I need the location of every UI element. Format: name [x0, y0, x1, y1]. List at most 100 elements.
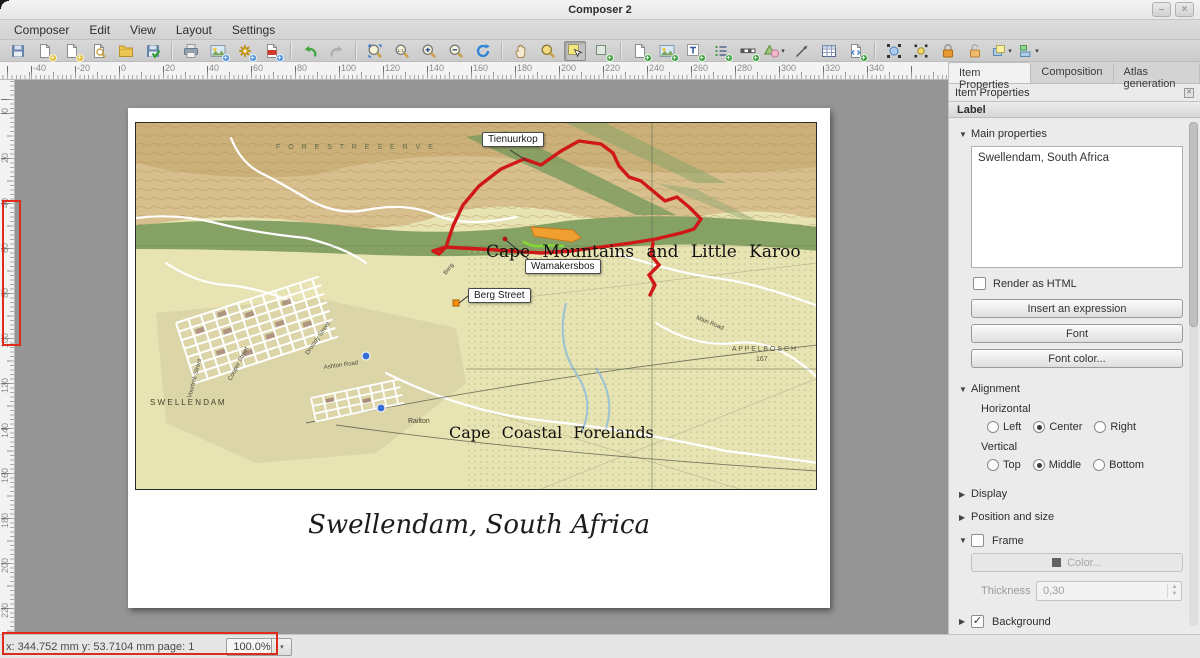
panel-header: Item Properties	[955, 87, 1030, 99]
duplicate-composition-icon[interactable]: +	[61, 41, 83, 61]
move-item-content-icon[interactable]: +	[591, 41, 613, 61]
dropdown-caret-icon[interactable]: ▾	[1008, 47, 1012, 55]
zoom-tool-icon[interactable]	[537, 41, 559, 61]
move-content-icon[interactable]	[883, 41, 905, 61]
load-template-icon[interactable]	[115, 41, 137, 61]
pan-icon[interactable]	[510, 41, 532, 61]
save-icon[interactable]	[7, 41, 29, 61]
dropdown-caret-icon[interactable]: ▾	[1035, 47, 1039, 55]
zoom-actual-size-icon[interactable]	[391, 41, 413, 61]
menu-composer[interactable]: Composer	[4, 21, 79, 39]
tab-item-properties[interactable]: Item Properties	[949, 62, 1031, 83]
render-html-row[interactable]: Render as HTML	[973, 277, 1182, 290]
label-text-input[interactable]: Swellendam, South Africa	[971, 146, 1183, 268]
add-label-icon[interactable]: +	[683, 41, 705, 61]
panel-close-icon[interactable]: ✕	[1184, 88, 1194, 98]
add-attribute-table-icon[interactable]	[818, 41, 840, 61]
position-size-header[interactable]: ▶ Position and size	[959, 511, 1182, 523]
zoom-in-icon[interactable]	[418, 41, 440, 61]
lock-selected-items-icon[interactable]	[937, 41, 959, 61]
font-button[interactable]: Font	[971, 324, 1183, 343]
menu-settings[interactable]: Settings	[222, 21, 285, 39]
close-button[interactable]: ×	[1175, 2, 1194, 17]
toolbar-separator	[171, 42, 172, 59]
background-checkbox[interactable]: ✓	[971, 615, 984, 628]
composer-canvas[interactable]: F O R E S T R E S E R V E A P P E L B O …	[15, 80, 948, 634]
thickness-spinbox[interactable]: 0,30 ▲▼	[1036, 581, 1182, 601]
vertical-alignment-options: Top Middle Bottom	[987, 459, 1182, 471]
hruler-tick-label: 200	[561, 63, 576, 73]
vertical-radio-bottom[interactable]: Bottom	[1093, 459, 1144, 471]
spinner-arrows-icon[interactable]: ▲▼	[1167, 584, 1181, 598]
zoom-out-icon[interactable]	[445, 41, 467, 61]
radio-icon[interactable]	[1033, 421, 1045, 433]
minimize-button[interactable]: –	[1152, 2, 1171, 17]
tab-atlas-generation[interactable]: Atlas generation	[1114, 62, 1200, 83]
vertical-radio-middle[interactable]: Middle	[1033, 459, 1081, 471]
add-html-frame-icon[interactable]: +	[845, 41, 867, 61]
add-scalebar-icon[interactable]: +	[737, 41, 759, 61]
font-color-button[interactable]: Font color...	[971, 349, 1183, 368]
add-shape-icon[interactable]: ▾	[764, 41, 786, 61]
undo-icon[interactable]	[299, 41, 321, 61]
composition-manager-icon[interactable]	[88, 41, 110, 61]
vruler-tick-label: 200	[0, 558, 12, 573]
zoom-value-field[interactable]: 100.0%	[226, 638, 272, 656]
add-new-map-icon[interactable]: +	[629, 41, 651, 61]
radio-icon[interactable]	[1094, 421, 1106, 433]
new-composition-icon[interactable]: +	[34, 41, 56, 61]
add-image-icon[interactable]: +	[656, 41, 678, 61]
map-text-railton: Railton	[408, 418, 430, 425]
raise-selected-items-icon[interactable]: ▾	[991, 41, 1013, 61]
align-items-icon[interactable]: ▾	[1018, 41, 1040, 61]
refresh-view-icon[interactable]	[472, 41, 494, 61]
main-properties-header[interactable]: ▼ Main properties	[959, 128, 1182, 140]
alignment-header[interactable]: ▼ Alignment	[959, 383, 1182, 395]
radio-icon[interactable]	[1033, 459, 1045, 471]
composition-page[interactable]: F O R E S T R E S E R V E A P P E L B O …	[128, 108, 830, 608]
menu-layout[interactable]: Layout	[166, 21, 222, 39]
redo-icon[interactable]	[326, 41, 348, 61]
insert-expression-button[interactable]: Insert an expression	[971, 299, 1183, 318]
zoom-dropdown-icon[interactable]: ▾	[272, 638, 292, 656]
select-move-item-icon[interactable]	[564, 41, 586, 61]
panel-scrollbar-thumb[interactable]	[1189, 122, 1198, 327]
vertical-radio-top[interactable]: Top	[987, 459, 1021, 471]
export-as-svg-icon[interactable]: +	[234, 41, 256, 61]
map-item[interactable]: F O R E S T R E S E R V E A P P E L B O …	[135, 122, 817, 490]
hruler-tick-label: -40	[33, 63, 46, 73]
menu-view[interactable]: View	[120, 21, 166, 39]
render-html-checkbox[interactable]	[973, 277, 986, 290]
frame-header[interactable]: ▼ Frame	[959, 534, 1182, 547]
radio-icon[interactable]	[1093, 459, 1105, 471]
frame-checkbox[interactable]	[971, 534, 984, 547]
zoom-combobox[interactable]: 100.0% ▾	[226, 638, 292, 656]
print-icon[interactable]	[180, 41, 202, 61]
edit-nodes-item-icon[interactable]	[910, 41, 932, 61]
background-header[interactable]: ▶ ✓ Background	[959, 615, 1182, 628]
export-as-pdf-icon[interactable]: +	[261, 41, 283, 61]
unlock-all-icon[interactable]	[964, 41, 986, 61]
menu-edit[interactable]: Edit	[79, 21, 120, 39]
add-legend-icon[interactable]: +	[710, 41, 732, 61]
plus-badge-icon: +	[76, 54, 84, 62]
horizontal-radio-left[interactable]: Left	[987, 421, 1021, 433]
horizontal-alignment-options: Left Center Right	[987, 421, 1182, 433]
tab-composition[interactable]: Composition	[1031, 62, 1113, 83]
page-title-label[interactable]: Swellendam, South Africa	[128, 510, 830, 540]
export-as-image-icon[interactable]: +	[207, 41, 229, 61]
display-header[interactable]: ▶ Display	[959, 488, 1182, 500]
dropdown-caret-icon[interactable]: ▾	[781, 47, 785, 55]
zoom-full-icon[interactable]	[364, 41, 386, 61]
radio-icon[interactable]	[987, 459, 999, 471]
toolbar-separator	[355, 42, 356, 59]
plus-badge-icon: +	[249, 54, 257, 62]
radio-icon[interactable]	[987, 421, 999, 433]
horizontal-radio-center[interactable]: Center	[1033, 421, 1082, 433]
frame-color-button[interactable]: Color...	[971, 553, 1183, 572]
save-as-template-icon[interactable]	[142, 41, 164, 61]
horizontal-radio-right[interactable]: Right	[1094, 421, 1136, 433]
panel-scrollbar[interactable]	[1189, 122, 1198, 626]
collapse-arrow-icon: ▶	[959, 490, 971, 499]
add-arrow-icon[interactable]	[791, 41, 813, 61]
